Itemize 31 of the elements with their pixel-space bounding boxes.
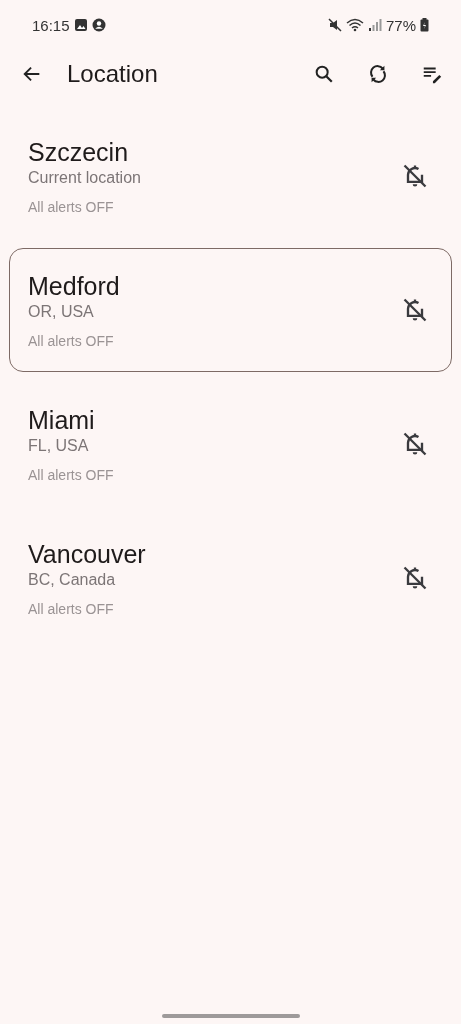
location-name: Miami xyxy=(28,405,96,435)
bell-off-icon[interactable] xyxy=(401,430,429,458)
image-icon xyxy=(73,18,88,32)
location-item[interactable]: Vancouver BC, Canada All alerts OFF xyxy=(9,516,452,640)
status-time: 16:15 xyxy=(32,16,70,34)
location-region: FL, USA xyxy=(28,437,90,455)
location-region: OR, USA xyxy=(28,303,95,321)
screen-title: Location xyxy=(67,60,158,88)
account-icon xyxy=(91,18,106,32)
signal-icon xyxy=(367,18,382,32)
location-name: Szczecin xyxy=(28,137,130,167)
bell-off-icon[interactable] xyxy=(401,162,429,190)
location-item[interactable]: Szczecin Current location All alerts OFF xyxy=(9,114,452,238)
location-item[interactable]: Miami FL, USA All alerts OFF xyxy=(9,382,452,506)
bell-off-icon[interactable] xyxy=(401,296,429,324)
location-region: Current location xyxy=(28,169,142,187)
location-name: Medford xyxy=(28,271,121,301)
location-region: BC, Canada xyxy=(28,571,117,589)
bell-off-icon[interactable] xyxy=(401,564,429,592)
search-icon[interactable] xyxy=(313,63,335,85)
battery-icon xyxy=(420,18,429,32)
location-name: Vancouver xyxy=(28,539,147,569)
alerts-status: All alerts OFF xyxy=(28,199,115,215)
location-item[interactable]: Medford OR, USA All alerts OFF xyxy=(9,248,452,372)
mute-icon xyxy=(327,18,342,32)
battery-percent: 77% xyxy=(385,16,416,34)
refresh-icon[interactable] xyxy=(367,63,389,85)
wifi-icon xyxy=(345,18,364,32)
alerts-status: All alerts OFF xyxy=(28,601,115,617)
alerts-status: All alerts OFF xyxy=(28,467,115,483)
alerts-status: All alerts OFF xyxy=(28,333,115,349)
